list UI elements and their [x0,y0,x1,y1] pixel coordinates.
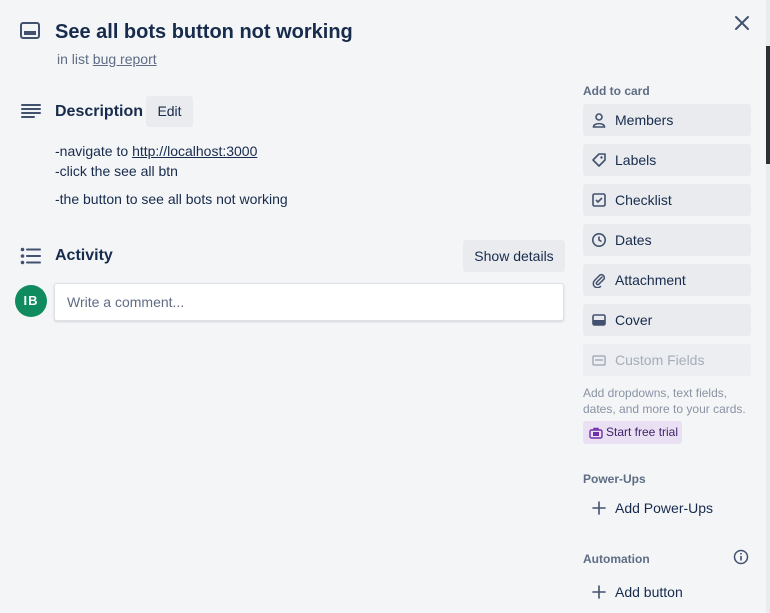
automation-heading: Automation [583,552,650,566]
description-icon [21,103,41,119]
tag-icon [591,152,607,168]
dates-button[interactable]: Dates [583,224,751,256]
attachment-button[interactable]: Attachment [583,264,751,296]
info-icon[interactable] [733,549,749,565]
briefcase-icon [589,426,603,439]
plus-icon [591,584,607,600]
dates-label: Dates [615,232,652,248]
description-line: -navigate to http://localhost:3000 [55,141,257,161]
description-heading: Description [55,103,144,120]
close-icon[interactable] [732,13,752,33]
plus-icon [591,500,607,516]
show-details-button[interactable]: Show details [463,240,565,272]
person-icon [591,112,607,128]
card-title[interactable]: See all bots button not working [55,20,353,44]
custom-fields-hint: Add dropdowns, text fields, dates, and m… [583,386,746,416]
start-free-trial-label: Start free trial [606,425,679,439]
members-label: Members [615,112,674,128]
add-power-ups-button[interactable]: Add Power-Ups [583,492,751,524]
clock-icon [591,232,607,248]
checklist-label: Checklist [615,192,672,208]
checklist-button[interactable]: Checklist [583,184,751,216]
add-button-label: Add button [615,584,683,600]
start-free-trial-button[interactable]: Start free trial [583,421,682,444]
cover-button[interactable]: Cover [583,304,751,336]
power-ups-heading: Power-Ups [583,472,646,486]
description-line: -click the see all btn [55,163,178,179]
add-to-card-heading: Add to card [583,84,650,98]
add-power-ups-label: Add Power-Ups [615,500,714,516]
cover-label: Cover [615,312,653,328]
attachment-label: Attachment [615,272,686,288]
edit-description-button[interactable]: Edit [146,96,193,127]
members-button[interactable]: Members [583,104,751,136]
list-breadcrumb: in list bug report [57,51,157,67]
custom-fields-button[interactable]: Custom Fields [583,344,751,376]
custom-fields-label: Custom Fields [615,352,705,368]
cover-icon [591,312,607,328]
comment-input[interactable]: Write a comment... [54,283,564,321]
checkbox-icon [591,192,607,208]
card-icon [20,22,40,40]
custom-fields-icon [591,352,607,368]
labels-button[interactable]: Labels [583,144,751,176]
list-link[interactable]: bug report [93,51,157,67]
activity-icon [20,247,42,265]
paperclip-icon [591,272,607,289]
scrollbar-thumb[interactable] [766,46,770,164]
avatar[interactable]: IB [15,285,47,317]
description-line: -the button to see all bots not working [55,191,288,207]
description-link[interactable]: http://localhost:3000 [132,143,257,159]
in-list-prefix: in list [57,51,89,67]
labels-label: Labels [615,152,657,168]
add-button-button[interactable]: Add button [583,576,751,608]
description-text: -navigate to [55,143,133,159]
activity-heading: Activity [55,247,113,264]
window-edge [766,0,770,613]
